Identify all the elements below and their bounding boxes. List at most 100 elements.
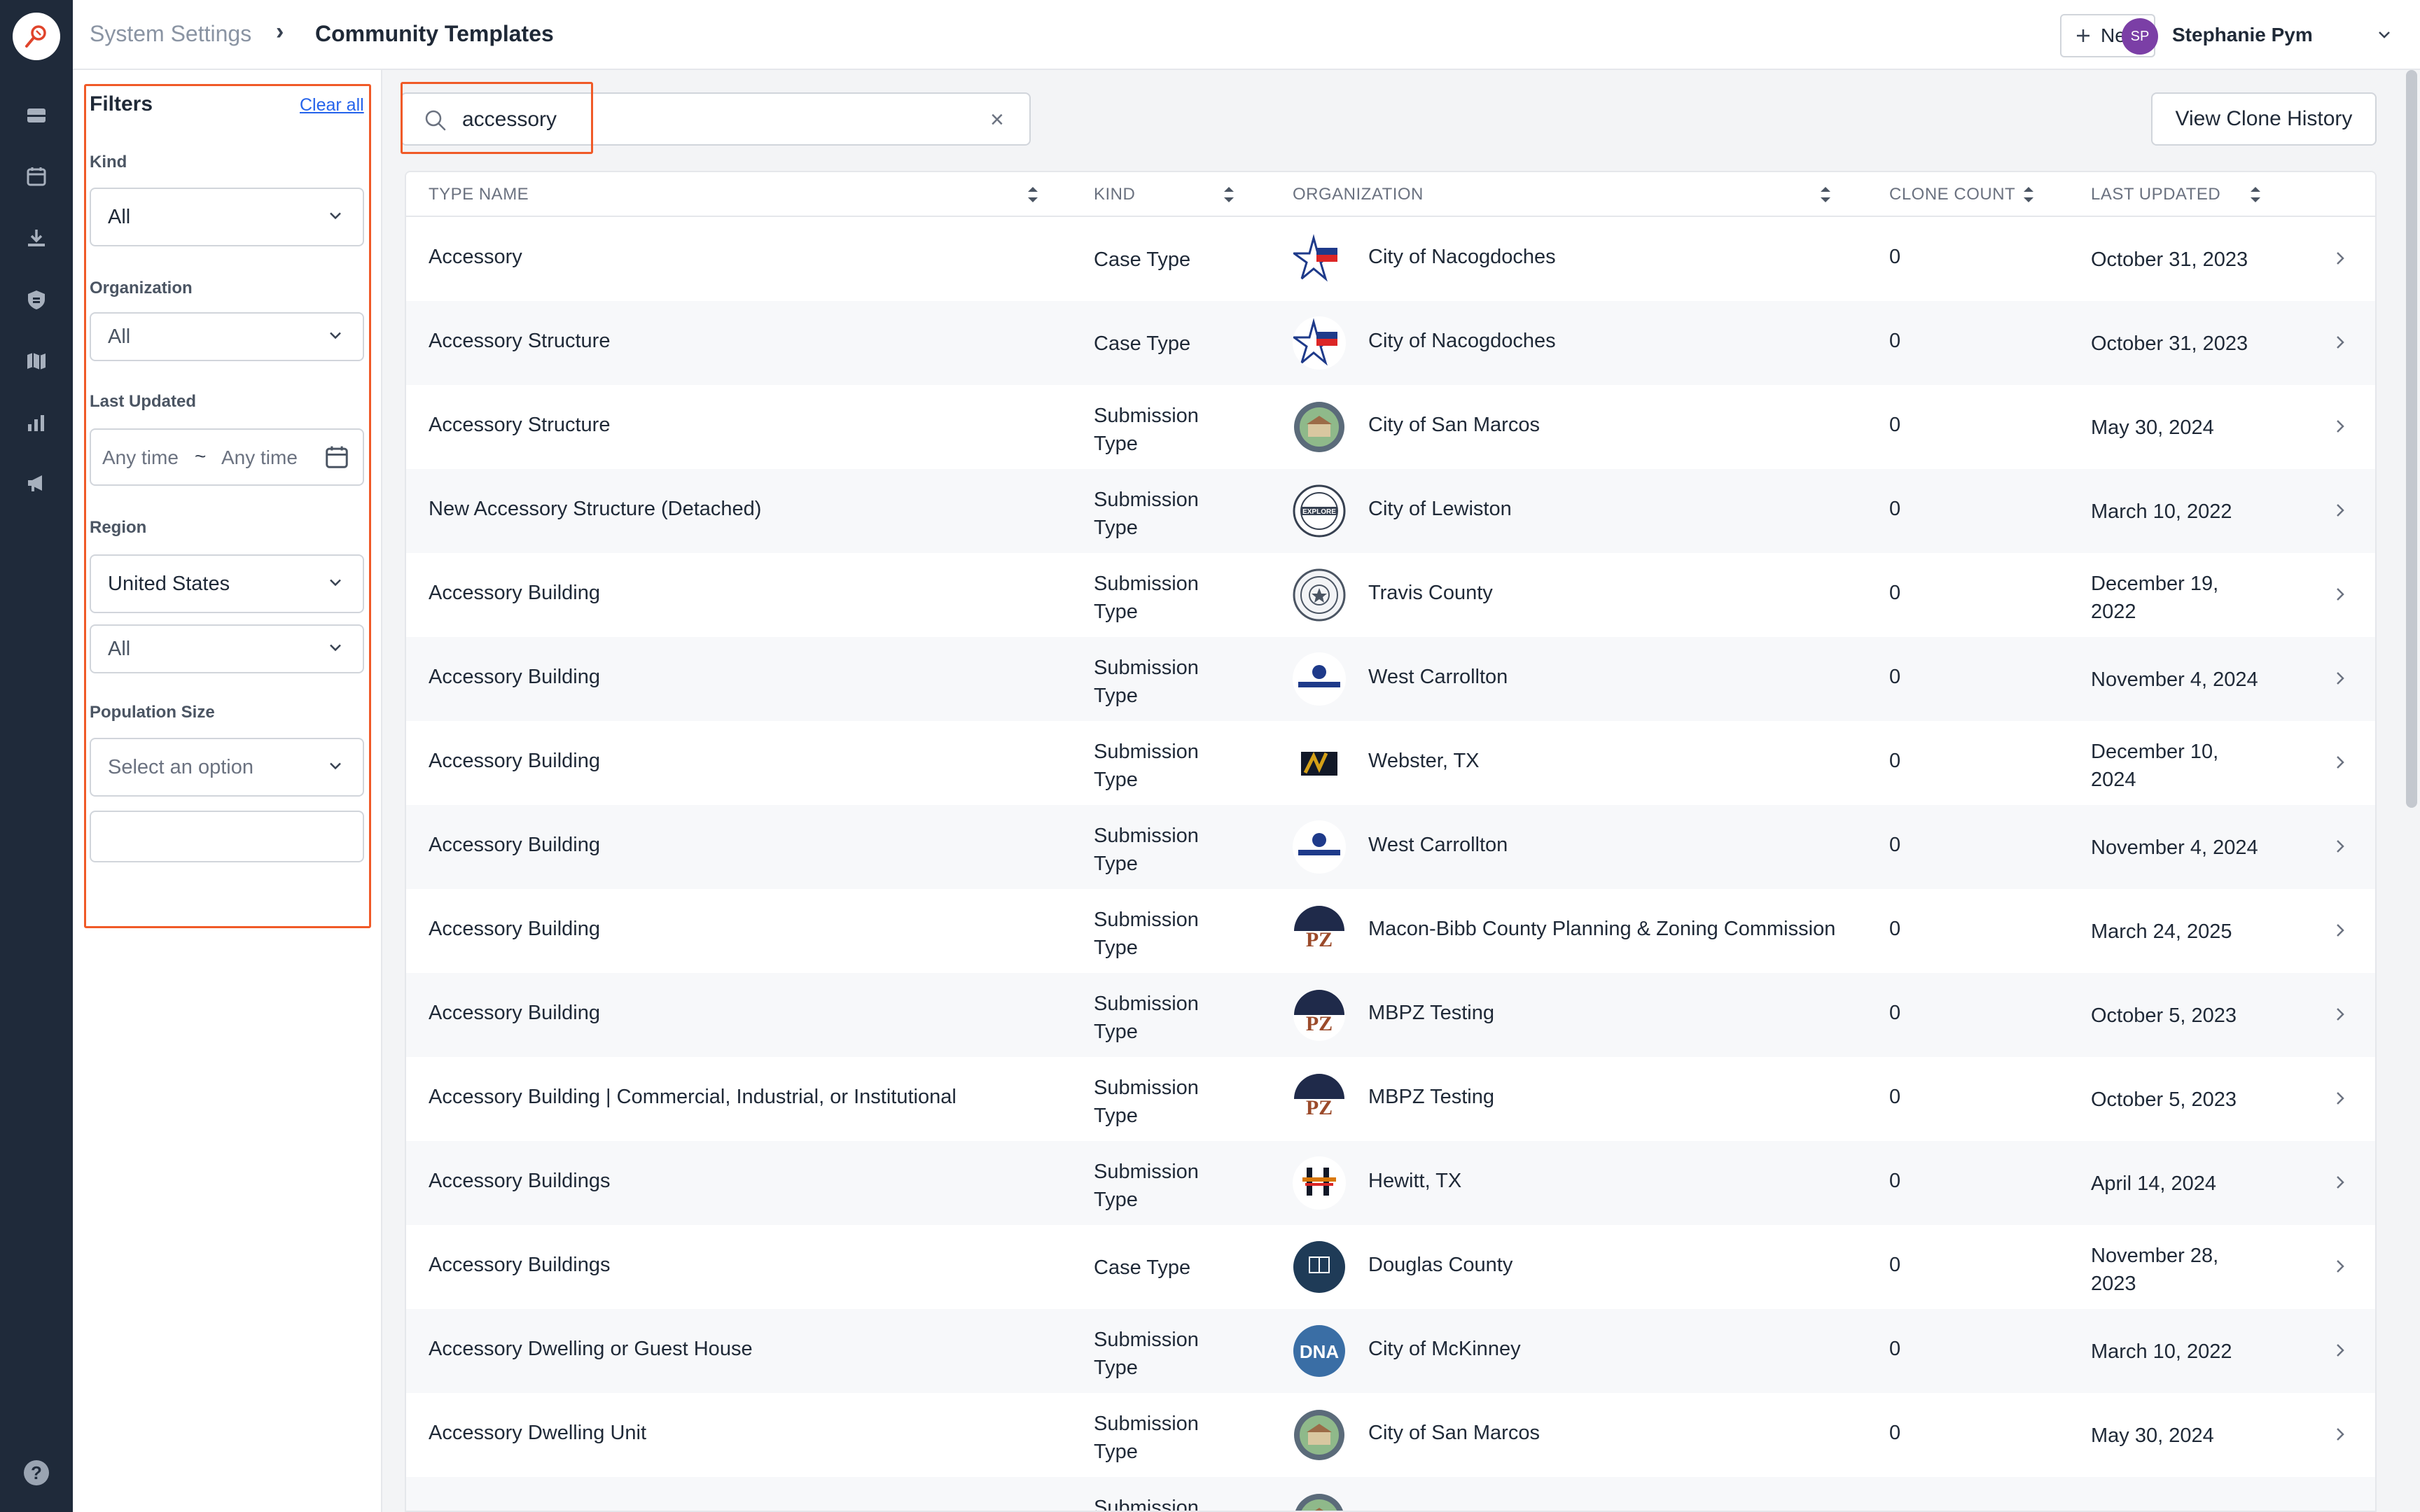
user-name[interactable]: Stephanie Pym	[2172, 24, 2313, 46]
chevron-right-icon[interactable]	[2332, 1340, 2349, 1364]
sort-icon[interactable]	[1025, 183, 1041, 209]
column-header-organization[interactable]: ORGANIZATION	[1293, 172, 1424, 217]
clone-count: 0	[1889, 1338, 1901, 1360]
chevron-right-icon[interactable]	[2332, 836, 2349, 860]
chevron-right-icon[interactable]	[2332, 1424, 2349, 1448]
table-row[interactable]: Accessory Case Type City of Nacogdoches 0 Oc…	[406, 217, 2375, 301]
table-row[interactable]: Accessory Building Submission Type PZ Macon-…	[406, 889, 2375, 973]
table-row[interactable]: Accessory Structure Submission Type City of…	[406, 385, 2375, 469]
column-header-clone-count[interactable]: CLONE COUNT	[1889, 172, 2015, 217]
kind-filter-value: All	[108, 205, 131, 228]
chevron-right-icon[interactable]	[2332, 1508, 2349, 1511]
column-header-type-name[interactable]: TYPE NAME	[429, 172, 529, 217]
chevron-right-icon[interactable]	[2332, 500, 2349, 524]
kind: Submission Type	[1094, 1158, 1248, 1214]
last-updated-date-range[interactable]: Any time ~ Any time	[90, 428, 364, 486]
chevron-right-icon[interactable]	[2332, 668, 2349, 692]
kind-filter-select[interactable]: All	[90, 188, 364, 246]
type-name: Accessory	[429, 246, 522, 268]
table-row[interactable]: Accessory Building | Commercial, Industr…	[406, 1057, 2375, 1141]
organization-filter-select[interactable]: All	[90, 312, 364, 361]
kind-line: Type	[1094, 685, 1138, 707]
chevron-right-icon[interactable]	[2332, 1256, 2349, 1280]
population-size-filter-select[interactable]: Select an option	[90, 738, 364, 797]
table-row[interactable]: Accessory Structure Case Type City of Naco…	[406, 301, 2375, 385]
table-row[interactable]: Accessory Building Submission Type West Car…	[406, 637, 2375, 721]
type-name: Accessory Structure	[429, 414, 611, 436]
table-row[interactable]: Accessory Dwelling or Guest House Submiss…	[406, 1309, 2375, 1393]
avatar[interactable]: SP	[2122, 18, 2158, 55]
chevron-right-icon[interactable]	[2332, 1088, 2349, 1112]
last-updated: May 30, 2024	[2091, 414, 2273, 442]
sort-icon[interactable]	[2248, 183, 2263, 209]
megaphone-icon[interactable]	[21, 468, 52, 498]
map-icon[interactable]	[21, 346, 52, 377]
user-menu-chevron-icon[interactable]	[2377, 27, 2392, 46]
table-row[interactable]: New Accessory Structure (Detached) Submis…	[406, 469, 2375, 553]
population-size-input[interactable]	[90, 811, 364, 862]
organization-name: West Carrollton	[1368, 666, 1508, 688]
inbox-icon[interactable]	[21, 100, 52, 131]
date-to-input[interactable]: Any time	[221, 447, 298, 469]
organization-name: City of McKinney	[1368, 1338, 1521, 1360]
help-icon[interactable]: ?	[24, 1460, 49, 1485]
view-clone-history-button[interactable]: View Clone History	[2151, 92, 2377, 146]
bar-chart-icon[interactable]	[21, 407, 52, 438]
app-root: ? System Settings › Community Templates …	[0, 0, 2420, 1512]
chevron-right-icon[interactable]	[2332, 752, 2349, 776]
sort-icon[interactable]	[2021, 183, 2036, 209]
date-line: March 24, 2025	[2091, 920, 2232, 943]
table-row[interactable]: Submission	[406, 1477, 2375, 1511]
column-header-kind[interactable]: KIND	[1094, 172, 1135, 217]
kind: Submission Type	[1094, 402, 1248, 458]
sort-icon[interactable]	[1818, 183, 1833, 209]
table-row[interactable]: Accessory Building Submission Type Webster,…	[406, 721, 2375, 805]
kind-line: Case Type	[1094, 1256, 1191, 1279]
kind: Submission Type	[1094, 1074, 1248, 1130]
organization-logo-icon	[1293, 316, 1346, 370]
table-row[interactable]: Accessory Dwelling Unit Submission Type Cit…	[406, 1393, 2375, 1477]
calendar-icon[interactable]	[324, 444, 350, 475]
region-filter-select[interactable]: United States	[90, 554, 364, 613]
download-icon[interactable]	[21, 223, 52, 253]
organization-name: Hewitt, TX	[1368, 1170, 1462, 1192]
chevron-right-icon[interactable]	[2332, 248, 2349, 272]
date-from-input[interactable]: Any time	[102, 447, 179, 469]
chevron-right-icon[interactable]	[2332, 416, 2349, 440]
type-name: Accessory Building	[429, 666, 600, 688]
plus-icon	[2076, 29, 2089, 42]
date-line: 2024	[2091, 769, 2136, 791]
svg-text:PZ: PZ	[1306, 928, 1333, 951]
chevron-right-icon[interactable]	[2332, 1004, 2349, 1028]
subregion-filter-select[interactable]: All	[90, 624, 364, 673]
chevron-right-icon[interactable]	[2332, 1172, 2349, 1196]
clear-all-link[interactable]: Clear all	[300, 95, 364, 115]
last-updated: October 5, 2023	[2091, 1002, 2273, 1030]
shield-icon[interactable]	[21, 284, 52, 315]
table-row[interactable]: Accessory Building Submission Type PZ MBPZ T…	[406, 973, 2375, 1057]
organization-logo-icon	[1293, 1240, 1346, 1294]
last-updated: October 31, 2023	[2091, 330, 2273, 358]
table-row[interactable]: Accessory Building Submission Type Travis C…	[406, 553, 2375, 637]
chevron-right-icon[interactable]	[2332, 584, 2349, 608]
table-row[interactable]: Accessory Buildings Submission Type Hewitt,…	[406, 1141, 2375, 1225]
type-name: Accessory Dwelling Unit	[429, 1422, 647, 1444]
calendar-icon[interactable]	[21, 161, 52, 192]
breadcrumb-root[interactable]: System Settings	[90, 21, 251, 47]
clear-search-icon[interactable]: ×	[990, 106, 1004, 134]
scrollbar-thumb[interactable]	[2406, 70, 2417, 808]
chevron-right-icon[interactable]	[2332, 920, 2349, 944]
last-updated: December 10, 2024	[2091, 738, 2273, 794]
kind: Submission Type	[1094, 486, 1248, 542]
table-row[interactable]: Accessory Building Submission Type West Car…	[406, 805, 2375, 889]
organization-name: Travis County	[1368, 582, 1493, 604]
date-line: March 10, 2022	[2091, 500, 2232, 523]
clone-count: 0	[1889, 1422, 1901, 1444]
column-header-last-updated[interactable]: LAST UPDATED	[2091, 172, 2220, 217]
kind-line: Type	[1094, 1357, 1138, 1379]
sort-icon[interactable]	[1221, 183, 1237, 209]
chevron-right-icon[interactable]	[2332, 332, 2349, 356]
app-logo[interactable]	[13, 13, 60, 60]
table-row[interactable]: Accessory Buildings Case Type Douglas Coun…	[406, 1225, 2375, 1309]
chevron-down-icon	[328, 206, 343, 229]
